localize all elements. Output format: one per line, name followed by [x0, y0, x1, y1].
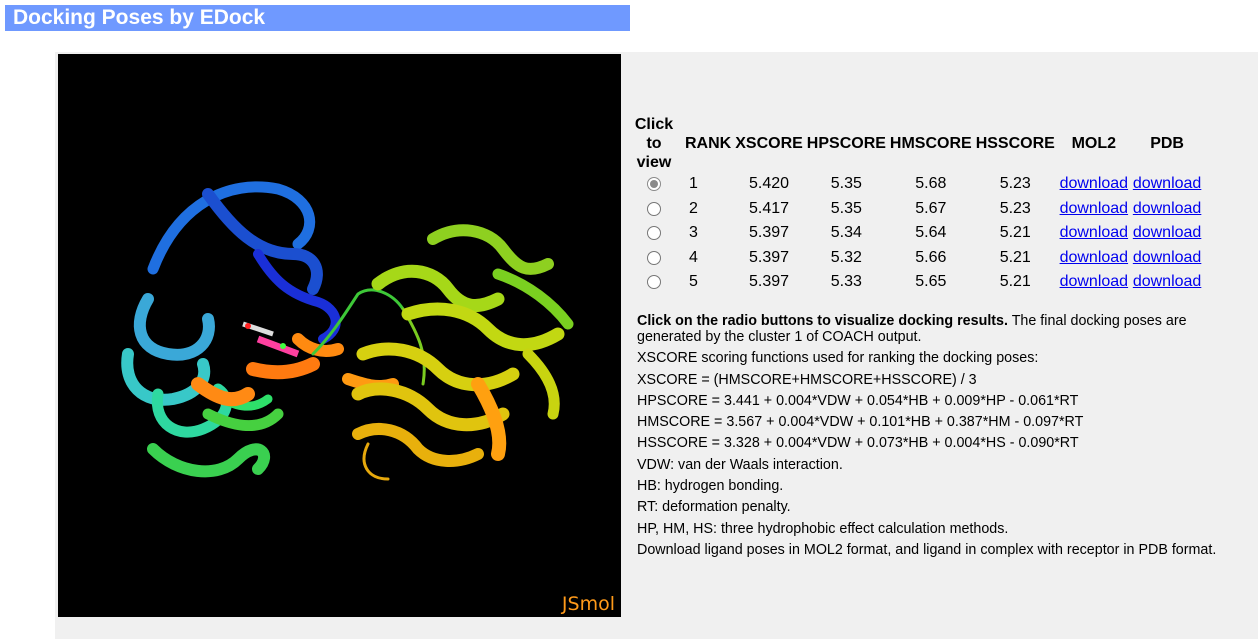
table-row: 1 5.420 5.35 5.68 5.23 download download — [625, 172, 1203, 197]
info-line: Download ligand poses in MOL2 format, an… — [637, 541, 1217, 558]
col-header-hsscore: HSSCORE — [975, 135, 1055, 152]
mol2-download-link[interactable]: download — [1060, 175, 1129, 192]
hpscore-cell: 5.35 — [830, 175, 862, 193]
hpscore-cell: 5.35 — [830, 199, 862, 217]
mol2-download-link[interactable]: download — [1060, 200, 1129, 217]
xscore-cell: 5.397 — [748, 248, 790, 266]
info-line: VDW: van der Waals interaction. — [637, 456, 843, 473]
pdb-download-link[interactable]: download — [1133, 249, 1202, 266]
table-row: 4 5.397 5.32 5.66 5.21 download download — [625, 246, 1203, 271]
xscore-cell: 5.397 — [748, 224, 790, 242]
pdb-download-link[interactable]: download — [1133, 273, 1202, 290]
xscore-cell: 5.417 — [748, 199, 790, 217]
col-header-xscore: XSCORE — [735, 135, 803, 152]
jsmol-label: JSmol — [561, 593, 615, 615]
hmscore-cell: 5.64 — [915, 224, 947, 242]
pose-radio-1[interactable] — [647, 177, 661, 192]
mol2-download-link[interactable]: download — [1060, 224, 1129, 241]
table-row: 2 5.417 5.35 5.67 5.23 download download — [625, 197, 1203, 222]
pdb-download-link[interactable]: download — [1133, 224, 1202, 241]
docking-info: Click on the radio buttons to visualize … — [637, 313, 1252, 563]
pdb-download-link[interactable]: download — [1133, 200, 1202, 217]
docking-poses-table: Click to view RANK XSCORE HPSCORE HMSCOR… — [625, 115, 1203, 295]
info-line: HPSCORE = 3.441 + 0.004*VDW + 0.054*HB +… — [637, 392, 1079, 409]
info-line: XSCORE = (HMSCORE+HMSCORE+HSSCORE) / 3 — [637, 371, 977, 388]
rank-cell: 5 — [689, 273, 698, 291]
pose-radio-5[interactable] — [647, 275, 661, 290]
rank-cell: 1 — [689, 175, 698, 193]
col-header-mol2: MOL2 — [1071, 135, 1117, 152]
hmscore-cell: 5.67 — [915, 199, 947, 217]
pose-radio-3[interactable] — [647, 226, 661, 241]
info-line: HMSCORE = 3.567 + 0.004*VDW + 0.101*HB +… — [637, 414, 1084, 431]
col-header-pdb: PDB — [1150, 135, 1184, 152]
hpscore-cell: 5.34 — [830, 224, 862, 242]
hsscore-cell: 5.21 — [999, 273, 1031, 291]
hmscore-cell: 5.66 — [915, 248, 947, 266]
pose-radio-4[interactable] — [647, 250, 661, 265]
table-row: 3 5.397 5.34 5.64 5.21 download download — [625, 221, 1203, 246]
col-header-hmscore: HMSCORE — [889, 135, 972, 152]
hsscore-cell: 5.21 — [999, 248, 1031, 266]
ligand-model — [242, 321, 300, 358]
rank-cell: 3 — [689, 224, 698, 242]
info-line: HB: hydrogen bonding. — [637, 478, 784, 495]
page-title: Docking Poses by EDock — [13, 6, 266, 29]
hmscore-cell: 5.65 — [915, 273, 947, 291]
section-header: Docking Poses by EDock — [5, 5, 630, 31]
info-line: HP, HM, HS: three hydrophobic effect cal… — [637, 520, 1009, 537]
hpscore-cell: 5.33 — [830, 273, 862, 291]
col-header-rank: RANK — [685, 135, 732, 152]
rank-cell: 2 — [689, 199, 698, 217]
col-header-hpscore: HPSCORE — [806, 135, 886, 152]
pdb-download-link[interactable]: download — [1133, 175, 1202, 192]
hpscore-cell: 5.32 — [830, 248, 862, 266]
table-row: 5 5.397 5.33 5.65 5.21 download download — [625, 270, 1203, 295]
info-line: XSCORE scoring functions used for rankin… — [637, 350, 1039, 367]
pose-radio-2[interactable] — [647, 201, 661, 216]
hsscore-cell: 5.21 — [999, 224, 1031, 242]
hsscore-cell: 5.23 — [999, 199, 1031, 217]
info-intro-bold: Click on the radio buttons to visualize … — [637, 313, 1008, 329]
rank-cell: 4 — [689, 248, 698, 266]
hmscore-cell: 5.68 — [915, 175, 947, 193]
jsmol-viewer[interactable]: JSmol — [58, 54, 621, 617]
xscore-cell: 5.420 — [748, 175, 790, 193]
mol2-download-link[interactable]: download — [1060, 273, 1129, 290]
info-intro: Click on the radio buttons to visualize … — [637, 313, 1252, 345]
mol2-download-link[interactable]: download — [1060, 249, 1129, 266]
hsscore-cell: 5.23 — [999, 175, 1031, 193]
info-line: RT: deformation penalty. — [637, 499, 791, 516]
xscore-cell: 5.397 — [748, 273, 790, 291]
info-line: HSSCORE = 3.328 + 0.004*VDW + 0.073*HB +… — [637, 435, 1079, 452]
protein-structure-image — [121, 181, 574, 481]
col-header-click-to-view: Click to view — [634, 116, 674, 171]
